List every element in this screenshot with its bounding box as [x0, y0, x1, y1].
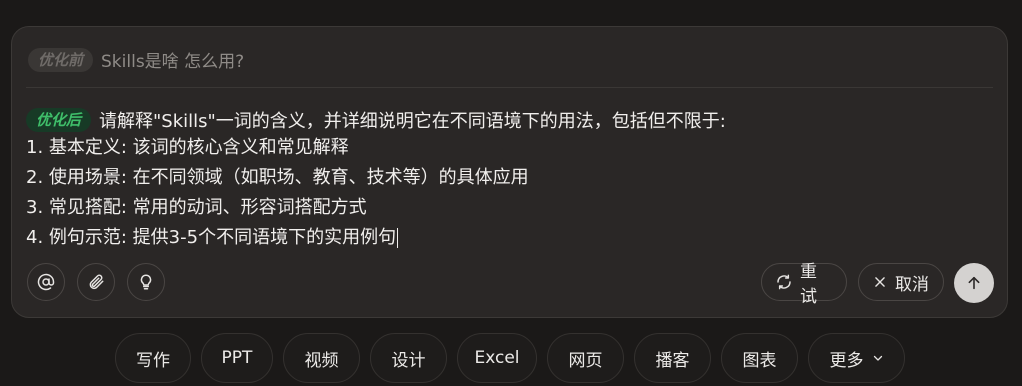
optimized-prompt-editor[interactable]: 优化后 请解释"Skills"一词的含义，并详细说明它在不同语境下的用法，包括但… — [26, 106, 986, 253]
retry-label: 重试 — [800, 262, 817, 307]
optimized-prompt-line: 请解释"Skills"一词的含义，并详细说明它在不同语境下的用法，包括但不限于: — [99, 110, 726, 132]
attach-button[interactable] — [77, 263, 115, 301]
chip-podcast[interactable]: 播客 — [634, 333, 711, 383]
optimized-prompt-first-line: 优化后 请解释"Skills"一词的含义，并详细说明它在不同语境下的用法，包括但… — [26, 106, 986, 133]
chip-label: 设计 — [391, 350, 426, 371]
chip-excel[interactable]: Excel — [457, 333, 537, 383]
chip-ppt[interactable]: PPT — [201, 333, 273, 383]
text-cursor — [397, 228, 399, 248]
cancel-button[interactable]: 取消 — [858, 263, 944, 301]
optimized-prompt-line: 3. 常见搭配: 常用的动词、形容词搭配方式 — [26, 197, 367, 218]
send-button[interactable] — [954, 263, 994, 303]
arrow-up-icon — [966, 275, 982, 291]
at-icon — [37, 273, 55, 291]
quick-chips-bar: 写作 PPT 视频 设计 Excel 网页 播客 图表 更多 — [0, 333, 1022, 385]
optimized-prompt-line: 4. 例句示范: 提供3-5个不同语境下的实用例句 — [26, 227, 397, 248]
retry-button[interactable]: 重试 — [761, 262, 847, 307]
idea-button[interactable] — [127, 263, 165, 301]
chip-label: 网页 — [568, 350, 603, 371]
chip-label: PPT — [221, 348, 253, 368]
original-prompt-text: Skills是啥 怎么用? — [101, 52, 245, 72]
chip-chart[interactable]: 图表 — [721, 333, 798, 383]
refresh-icon — [776, 274, 792, 290]
chip-label: 图表 — [742, 350, 777, 371]
close-icon — [873, 275, 887, 289]
chip-label: 写作 — [136, 350, 170, 371]
before-tag: 优化前 — [28, 47, 94, 72]
divider — [26, 87, 993, 88]
cancel-label: 取消 — [895, 274, 929, 295]
optimized-prompt-line: 1. 基本定义: 该词的核心含义和常见解释 — [26, 137, 349, 158]
chip-design[interactable]: 设计 — [370, 333, 447, 383]
chip-webpage[interactable]: 网页 — [547, 333, 624, 383]
optimized-prompt-last-line: 4. 例句示范: 提供3-5个不同语境下的实用例句 — [26, 223, 986, 253]
optimized-prompt-line: 2. 使用场景: 在不同领域（如职场、教育、技术等）的具体应用 — [26, 167, 529, 188]
lightbulb-icon — [137, 273, 155, 291]
mention-button[interactable] — [27, 263, 65, 301]
after-tag: 优化后 — [26, 107, 92, 132]
chip-label: Excel — [474, 348, 520, 368]
chevron-down-icon — [872, 352, 884, 364]
original-prompt-row: 优化前 Skills是啥 怎么用? — [28, 47, 244, 72]
chip-writing[interactable]: 写作 — [115, 333, 191, 383]
chip-label: 播客 — [655, 350, 690, 371]
chip-video[interactable]: 视频 — [283, 333, 360, 383]
chip-label: 视频 — [304, 350, 339, 371]
paperclip-icon — [87, 273, 105, 291]
chip-label: 更多 — [829, 350, 864, 371]
chip-more[interactable]: 更多 — [808, 333, 905, 383]
prompt-panel: 优化前 Skills是啥 怎么用? 优化后 请解释"Skills"一词的含义，并… — [11, 26, 1008, 318]
